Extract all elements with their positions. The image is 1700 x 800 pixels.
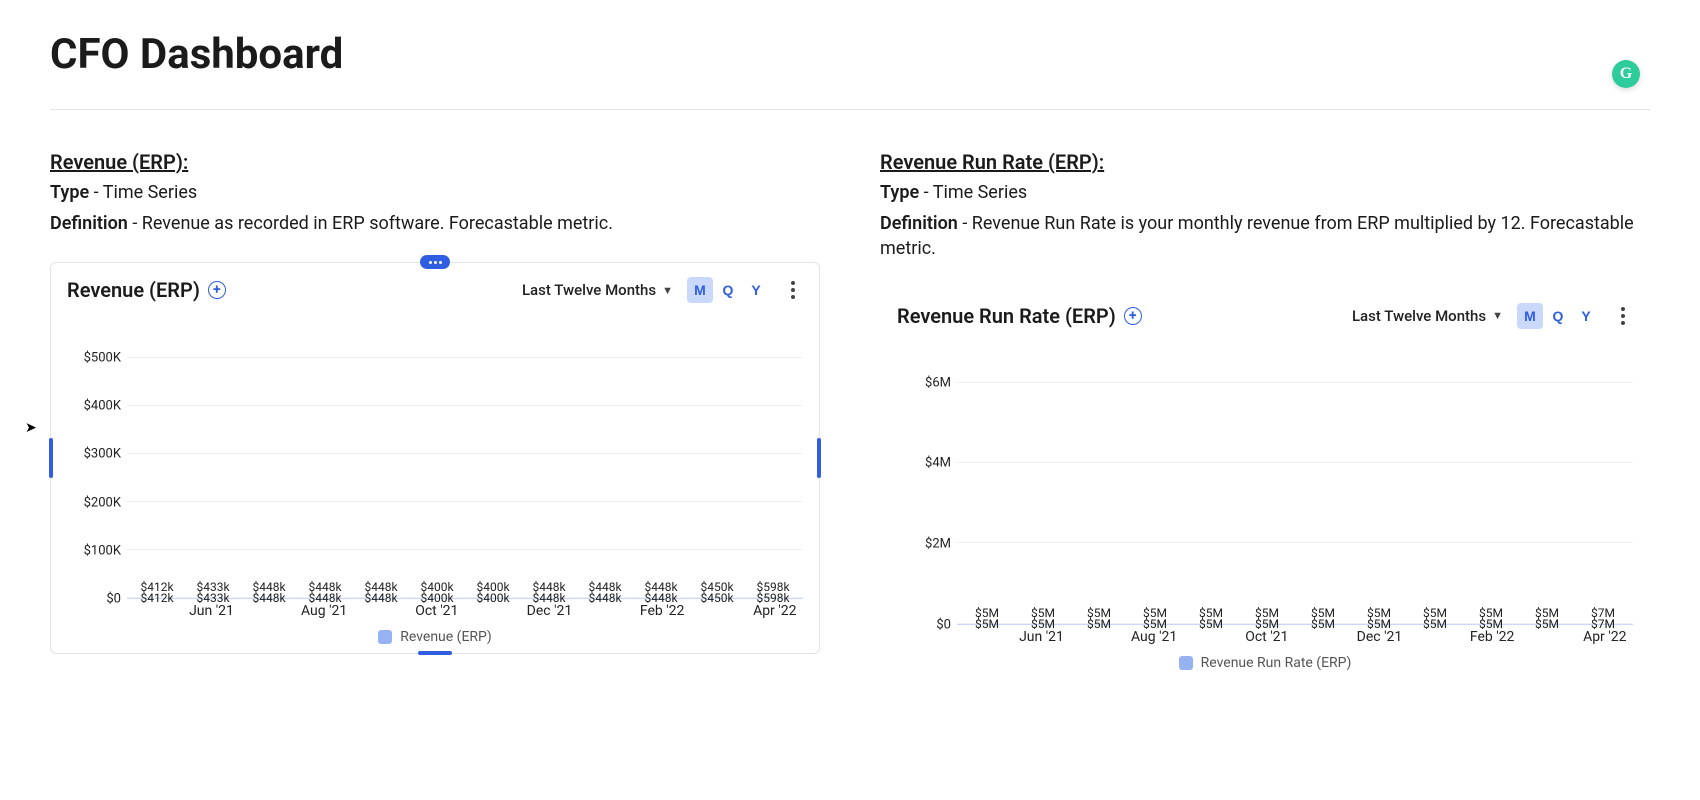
bar-inner-label: $5M [1143,617,1167,631]
bar-inner-label: $448k [252,591,285,605]
definition-label: Definition [880,213,958,234]
bar-inner-label: $448k [308,591,341,605]
bar-inner-label: $412k [140,591,173,605]
grammarly-badge-icon[interactable]: G [1612,60,1640,88]
bar-inner-label: $448k [588,591,621,605]
legend-label: Revenue Run Rate (ERP) [1201,655,1352,671]
type-label: Type [880,182,919,203]
chart-menu-icon[interactable] [783,277,803,303]
granularity-quarter-button[interactable]: Q [715,277,741,303]
range-picker-right[interactable]: Last Twelve Months ▼ [1352,307,1503,325]
chart-plot-left[interactable]: $412k$412k$433k$433k$448k$448k$448k$448k… [127,309,803,599]
granularity-quarter-button[interactable]: Q [1545,303,1571,329]
y-tick: $6M [925,375,951,390]
divider [50,109,1650,110]
metric-definition-line-right: Definition - Revenue Run Rate is your mo… [880,211,1650,261]
definition-label: Definition [50,213,128,234]
granularity-toggle-right: M Q Y [1517,303,1599,329]
legend-label: Revenue (ERP) [400,629,492,645]
y-axis-right: $0$2M$4M$6M [897,335,957,625]
chart-legend-right: Revenue Run Rate (ERP) [897,655,1633,671]
caret-down-icon: ▼ [1492,309,1503,322]
drag-handle-icon[interactable] [420,255,450,269]
bar-inner-label: $5M [1423,617,1447,631]
granularity-year-button[interactable]: Y [1573,303,1599,329]
bar-inner-label: $5M [1367,617,1391,631]
chart-title-left: Revenue (ERP) [67,278,200,302]
y-tick: $2M [925,537,951,552]
page-title: CFO Dashboard [50,30,1650,79]
legend-swatch-icon [1179,656,1193,670]
bar-inner-label: $450k [700,591,733,605]
metric-definition-line-left: Definition - Revenue as recorded in ERP … [50,211,820,236]
y-tick: $0 [106,592,121,607]
resize-handle-bottom[interactable] [418,651,452,655]
bar-inner-label: $5M [1031,617,1055,631]
range-label: Last Twelve Months [522,281,656,299]
resize-handle-left[interactable] [49,438,53,478]
bar-inner-label: $598k [756,591,789,605]
bar-inner-label: $433k [196,591,229,605]
granularity-toggle-left: M Q Y [687,277,769,303]
chart-card-runrate: Revenue Run Rate (ERP) + Last Twelve Mon… [880,288,1650,680]
metric-type-line-left: Type - Time Series [50,180,820,205]
resize-handle-right[interactable] [817,438,821,478]
type-value: Time Series [933,182,1027,203]
bar-inner-label: $5M [1199,617,1223,631]
legend-swatch-icon [378,630,392,644]
chart-menu-icon[interactable] [1613,303,1633,329]
range-picker-left[interactable]: Last Twelve Months ▼ [522,281,673,299]
bar-inner-label: $5M [1255,617,1279,631]
y-tick: $400K [84,399,121,414]
caret-down-icon: ▼ [662,284,673,297]
metric-name-left: Revenue (ERP): [50,150,820,174]
bar-inner-label: $448k [644,591,677,605]
range-label: Last Twelve Months [1352,307,1486,325]
y-tick: $0 [936,617,951,632]
add-metric-icon[interactable]: + [208,281,226,299]
metric-name-right: Revenue Run Rate (ERP): [880,150,1650,174]
bar-inner-label: $448k [364,591,397,605]
bar-inner-label: $5M [975,617,999,631]
y-tick: $100K [84,544,121,559]
y-tick: $300K [84,447,121,462]
y-tick: $500K [84,350,121,365]
type-value: Time Series [103,182,197,203]
y-axis-left: $0$100K$200K$300K$400K$500K [67,309,127,599]
bar-inner-label: $400k [476,591,509,605]
cursor-icon: ➤ [25,420,37,436]
bar-inner-label: $448k [532,591,565,605]
granularity-year-button[interactable]: Y [743,277,769,303]
bar-inner-label: $400k [420,591,453,605]
chart-title-right: Revenue Run Rate (ERP) [897,304,1116,328]
chart-card-revenue: Revenue (ERP) + Last Twelve Months ▼ M Q… [50,262,820,654]
y-tick: $200K [84,495,121,510]
bar-inner-label: $5M [1311,617,1335,631]
bar-inner-label: $7M [1591,617,1615,631]
granularity-month-button[interactable]: M [1517,303,1543,329]
chart-plot-right[interactable]: $5M$5M$5M$5M$5M$5M$5M$5M$5M$5M$5M$5M$5M$… [957,335,1633,625]
bar-inner-label: $5M [1535,617,1559,631]
definition-value: Revenue as recorded in ERP software. For… [142,213,613,234]
definition-value: Revenue Run Rate is your monthly revenue… [880,213,1634,259]
y-tick: $4M [925,456,951,471]
granularity-month-button[interactable]: M [687,277,713,303]
add-metric-icon[interactable]: + [1124,307,1142,325]
x-axis-right: May '21Jun '21Jul '21Aug '21Sep '21Oct '… [957,625,1633,651]
bar-inner-label: $5M [1479,617,1503,631]
type-label: Type [50,182,89,203]
bar-inner-label: $5M [1087,617,1111,631]
chart-legend-left: Revenue (ERP) [67,629,803,645]
metric-type-line-right: Type - Time Series [880,180,1650,205]
